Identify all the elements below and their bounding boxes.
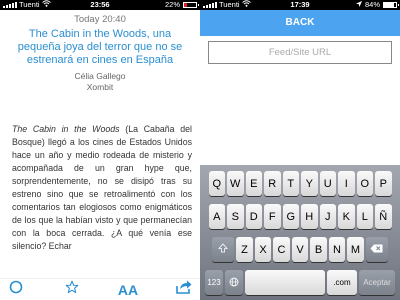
keyboard-row-4: 123 .com Aceptar (201, 270, 399, 295)
numbers-key[interactable]: 123 (205, 270, 223, 295)
battery-group: 22% (164, 0, 199, 10)
add-feed-screen: Tuenti 17:39 84% BACK Feed/Site URL QWER… (200, 0, 400, 300)
article-header: Today 20:40 The Cabin in the Woods, una … (0, 14, 200, 92)
delete-icon (370, 244, 383, 256)
back-button[interactable]: BACK (200, 10, 400, 36)
location-icon (355, 0, 362, 10)
battery-percent: 22% (164, 0, 180, 9)
key-t[interactable]: T (282, 171, 299, 196)
article-toolbar: AA (0, 278, 200, 300)
key-d[interactable]: D (245, 204, 262, 229)
wifi-icon (241, 0, 251, 10)
battery-icon (383, 2, 399, 8)
key-b[interactable]: B (310, 237, 327, 262)
key-q[interactable]: Q (208, 171, 225, 196)
carrier-group: Tuenti (203, 0, 251, 10)
key-g[interactable]: G (282, 204, 299, 229)
keyboard: QWERTYUIOP ASDFGHJKLÑ ZXCVBNM 123 .com A… (200, 165, 400, 300)
carrier-label: Tuenti (19, 0, 40, 9)
globe-key[interactable] (225, 270, 243, 295)
key-f[interactable]: F (264, 204, 281, 229)
status-bar: Tuenti 23:56 22% (0, 0, 200, 10)
key-h[interactable]: H (301, 204, 318, 229)
carrier-label: Tuenti (219, 0, 240, 9)
key-z[interactable]: Z (236, 237, 253, 262)
article-screen: Tuenti 23:56 22% Today 20:40 The Cabin i… (0, 0, 200, 300)
key-y[interactable]: Y (301, 171, 318, 196)
article-date: Today 20:40 (74, 14, 126, 25)
star-button[interactable] (62, 280, 82, 300)
article-body-text: (La Cabaña del Bosque) llegó a los cines… (12, 124, 192, 251)
article-title[interactable]: The Cabin in the Woods, una pequeña joya… (0, 28, 200, 67)
article-body-em: The Cabin in the Woods (12, 124, 120, 134)
battery-group: 84% (355, 0, 399, 10)
key-r[interactable]: R (264, 171, 281, 196)
wifi-icon (41, 0, 51, 10)
key-p[interactable]: P (375, 171, 392, 196)
key-s[interactable]: S (227, 204, 244, 229)
key-j[interactable]: J (319, 204, 336, 229)
delete-key[interactable] (365, 237, 388, 262)
keyboard-row-1: QWERTYUIOP (201, 171, 399, 196)
compass-button[interactable] (6, 280, 26, 300)
keyboard-row-2: ASDFGHJKLÑ (201, 204, 399, 229)
article-body: The Cabin in the Woods (La Cabaña del Bo… (12, 123, 192, 275)
font-size-button[interactable]: AA (118, 280, 138, 300)
key-n[interactable]: N (328, 237, 346, 262)
key-m[interactable]: M (347, 237, 364, 262)
dotcom-key[interactable]: .com (327, 270, 357, 295)
key-w[interactable]: W (227, 171, 244, 196)
key-c[interactable]: C (273, 237, 290, 262)
status-bar: Tuenti 17:39 84% (200, 0, 400, 10)
key-o[interactable]: O (356, 171, 373, 196)
article-source: Xombit (86, 82, 114, 92)
article-author: Célia Gallego (74, 71, 126, 81)
compass-icon (9, 280, 23, 299)
shift-icon (218, 243, 229, 256)
key-x[interactable]: X (254, 237, 272, 262)
key-ñ[interactable]: Ñ (375, 204, 392, 229)
carrier-group: Tuenti (3, 0, 51, 10)
share-icon (176, 280, 192, 299)
key-l[interactable]: L (356, 204, 373, 229)
battery-percent: 84% (364, 0, 380, 9)
signal-icon (203, 2, 217, 8)
key-v[interactable]: V (291, 237, 309, 262)
space-key[interactable] (245, 270, 325, 295)
keyboard-row-3: ZXCVBNM (201, 237, 399, 262)
feed-url-input[interactable]: Feed/Site URL (208, 41, 392, 64)
key-k[interactable]: K (338, 204, 355, 229)
shift-key[interactable] (212, 237, 235, 262)
keyboard-letters-3: ZXCVBNM (236, 237, 364, 262)
signal-icon (3, 2, 17, 8)
globe-icon (229, 277, 239, 289)
star-icon (65, 280, 79, 299)
key-i[interactable]: I (338, 171, 355, 196)
key-a[interactable]: A (208, 204, 225, 229)
return-key[interactable]: Aceptar (359, 270, 395, 295)
font-size-icon: AA (117, 281, 139, 298)
share-button[interactable] (174, 280, 194, 300)
key-e[interactable]: E (245, 171, 262, 196)
key-u[interactable]: U (319, 171, 336, 196)
battery-icon (183, 2, 199, 8)
